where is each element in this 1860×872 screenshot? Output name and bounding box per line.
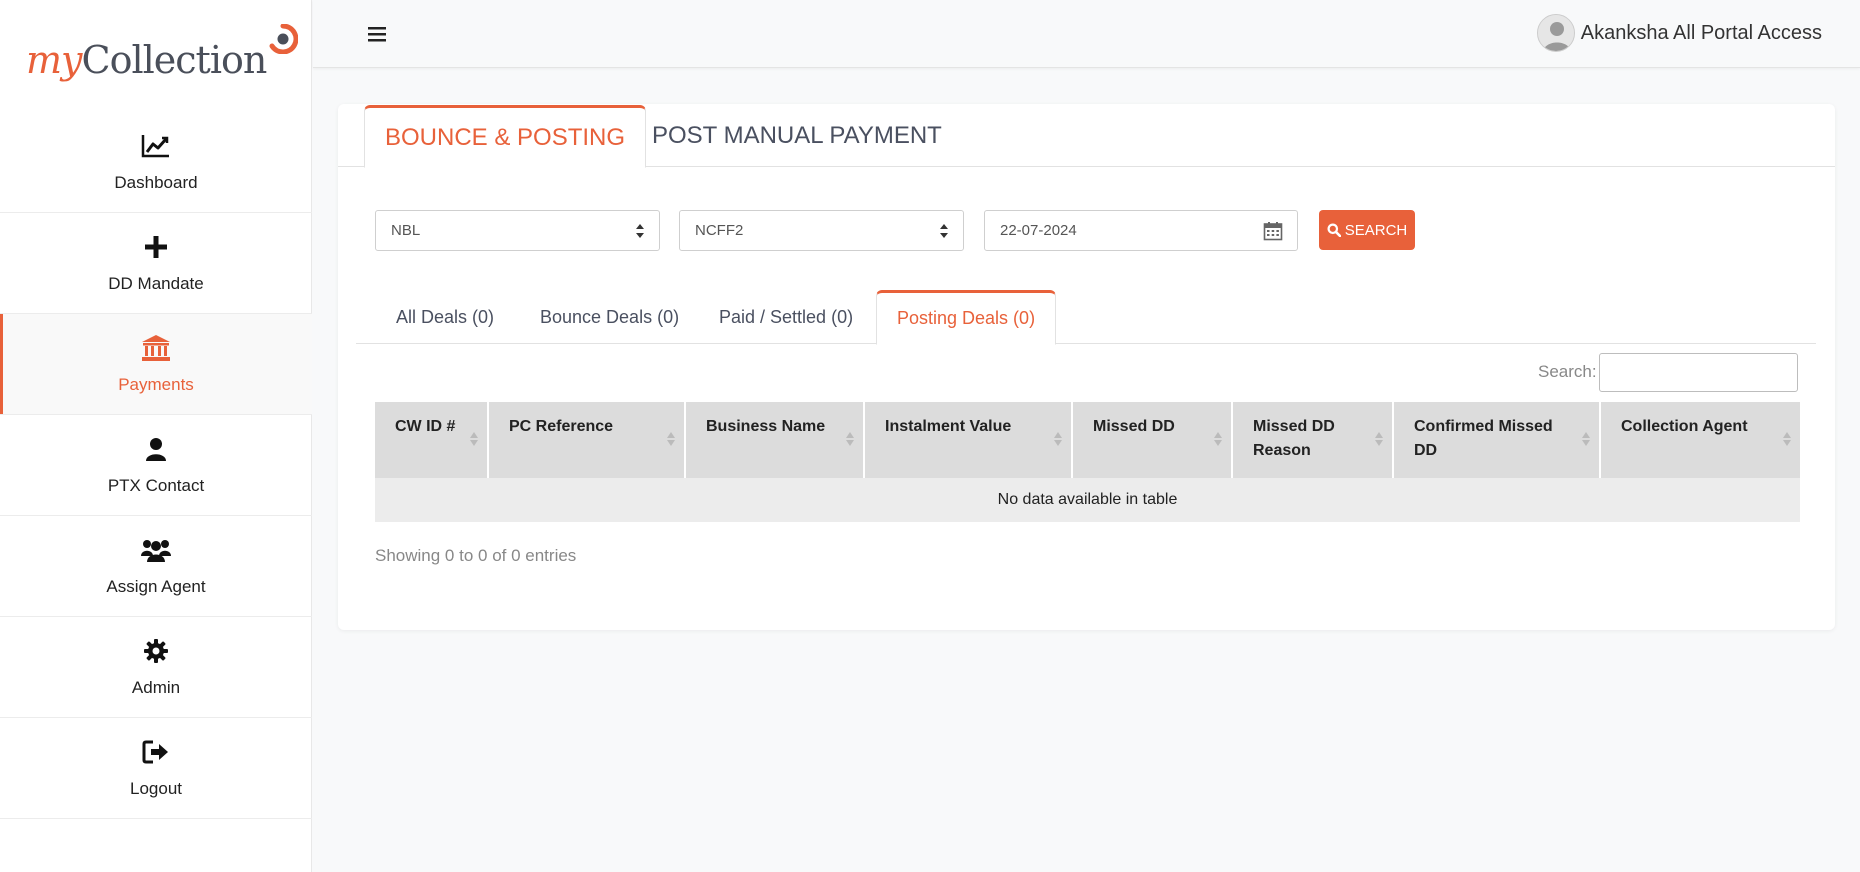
sort-icon	[1783, 432, 1791, 446]
column-header-label: Collection Agent	[1621, 418, 1748, 435]
sidebar-nav: Dashboard DD Mandate Payments PTX Contac…	[0, 112, 312, 819]
main-card: BOUNCE & POSTING POST MANUAL PAYMENT NBL…	[338, 104, 1835, 630]
sort-icon	[667, 432, 675, 446]
user-name: Akanksha All Portal Access	[1580, 21, 1822, 44]
tab-bounce-posting[interactable]: BOUNCE & POSTING	[364, 105, 647, 168]
sidebar-item-label: Dashboard	[114, 173, 198, 192]
date-input-value: 22-07-2024	[1000, 222, 1077, 239]
deals-table: CW ID # PC Reference Business Name Insta…	[375, 402, 1800, 522]
sort-caret-icon	[940, 224, 948, 238]
sort-caret-icon	[636, 224, 644, 238]
user-icon	[141, 434, 171, 464]
sidebar-item-label: Assign Agent	[106, 577, 206, 596]
tab-posting-deals[interactable]: Posting Deals (0)	[876, 290, 1057, 345]
calendar-icon[interactable]	[1263, 221, 1283, 241]
search-button-label: SEARCH	[1344, 221, 1408, 239]
table-row: No data available in table	[375, 478, 1800, 522]
column-header-cw-id[interactable]: CW ID #	[375, 402, 489, 478]
avatar	[1536, 14, 1575, 52]
column-header-label: Instalment Value	[885, 418, 1012, 435]
sidebar-item-label: Admin	[131, 678, 181, 697]
column-header-instalment-value[interactable]: Instalment Value	[864, 402, 1073, 478]
sidebar-item-label: PTX Contact	[107, 476, 205, 495]
sort-icon	[1054, 432, 1062, 446]
main-tabs: BOUNCE & POSTING POST MANUAL PAYMENT	[338, 104, 1835, 168]
sort-icon	[846, 432, 854, 446]
tab-post-manual-payment[interactable]: POST MANUAL PAYMENT	[632, 104, 962, 167]
table-search-input[interactable]	[1599, 353, 1798, 392]
sidebar-item-payments[interactable]: Payments	[0, 314, 312, 415]
column-header-label: Business Name	[706, 418, 826, 435]
brand-logo[interactable]: my Collection	[26, 22, 299, 82]
brand-logo-my: my	[26, 38, 83, 82]
sidebar-item-label: Logout	[130, 779, 182, 798]
company-select-value: NBL	[391, 222, 421, 239]
hamburger-menu-icon[interactable]	[366, 24, 388, 44]
sidebar-item-label: DD Mandate	[108, 274, 204, 293]
portfolio-select-value: NCFF2	[695, 222, 744, 239]
table-empty-message: No data available in table	[375, 478, 1800, 522]
sort-icon	[1375, 432, 1383, 446]
column-header-collection-agent[interactable]: Collection Agent	[1600, 402, 1800, 478]
sort-icon	[1214, 432, 1222, 446]
sidebar-item-logout[interactable]: Logout	[0, 718, 312, 819]
search-icon	[1327, 223, 1341, 237]
tab-paid-settled[interactable]: Paid / Settled (0)	[719, 290, 853, 344]
column-header-pc-reference[interactable]: PC Reference	[488, 402, 686, 478]
search-button[interactable]: SEARCH	[1319, 210, 1415, 250]
column-header-label: Missed DD	[1093, 418, 1175, 435]
column-header-label: PC Reference	[509, 418, 614, 435]
sidebar-item-dashboard[interactable]: Dashboard	[0, 112, 312, 213]
table-header-row: CW ID # PC Reference Business Name Insta…	[375, 402, 1800, 478]
company-select[interactable]: NBL	[375, 210, 660, 251]
tab-all-deals[interactable]: All Deals (0)	[396, 290, 494, 344]
sidebar: my Collection Dashboard DD Mandate Payme…	[0, 0, 312, 872]
portfolio-select[interactable]: NCFF2	[679, 210, 964, 251]
sidebar-item-assign-agent[interactable]: Assign Agent	[0, 516, 312, 617]
users-icon	[141, 535, 171, 565]
table-info: Showing 0 to 0 of 0 entries	[375, 546, 577, 565]
plus-icon	[141, 232, 171, 262]
sort-icon	[1582, 432, 1590, 446]
column-header-label: Missed DD Reason	[1253, 418, 1335, 459]
brand-logo-collection: Collection	[81, 38, 268, 82]
line-chart-icon	[141, 131, 171, 161]
bank-icon	[141, 333, 171, 363]
column-header-missed-dd[interactable]: Missed DD	[1072, 402, 1233, 478]
column-header-business-name[interactable]: Business Name	[685, 402, 865, 478]
table-search-label: Search:	[1538, 362, 1597, 381]
sidebar-item-admin[interactable]: Admin	[0, 617, 312, 718]
topbar: Akanksha All Portal Access	[313, 0, 1860, 68]
tab-bounce-deals[interactable]: Bounce Deals (0)	[540, 290, 679, 344]
sign-out-icon	[141, 737, 171, 767]
column-header-missed-dd-reason[interactable]: Missed DD Reason	[1232, 402, 1394, 478]
column-header-confirmed-missed-dd[interactable]: Confirmed Missed DD	[1393, 402, 1601, 478]
sidebar-item-ptx-contact[interactable]: PTX Contact	[0, 415, 312, 516]
gear-icon	[141, 636, 171, 666]
sort-icon	[470, 432, 478, 446]
sidebar-item-label: Payments	[118, 375, 194, 394]
sidebar-item-dd-mandate[interactable]: DD Mandate	[0, 213, 312, 314]
column-header-label: CW ID #	[395, 418, 456, 435]
user-menu[interactable]: Akanksha All Portal Access	[1536, 14, 1822, 52]
logo-mark-icon	[269, 24, 299, 54]
date-input[interactable]: 22-07-2024	[984, 210, 1298, 251]
column-header-label: Confirmed Missed DD	[1414, 418, 1553, 459]
deal-tabs: All Deals (0) Bounce Deals (0) Paid / Se…	[356, 290, 1816, 345]
